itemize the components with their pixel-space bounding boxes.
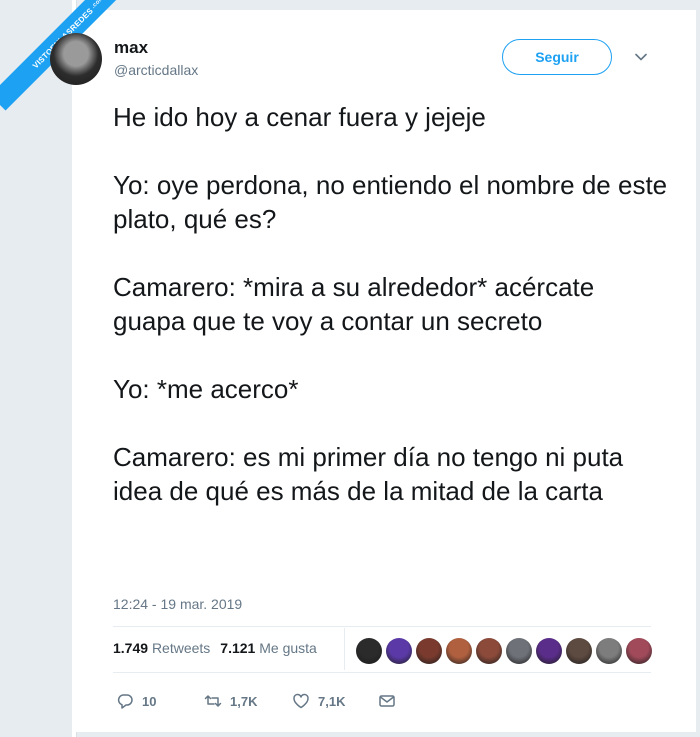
likes-stat[interactable]: 7.121 Me gusta [220,640,317,656]
liker-avatar[interactable] [416,638,442,664]
retweets-count: 1.749 [113,640,149,656]
liker-avatar[interactable] [356,638,382,664]
liker-avatar[interactable] [536,638,562,664]
liker-avatar[interactable] [566,638,592,664]
liker-avatar[interactable] [386,638,412,664]
tweet-timestamp[interactable]: 12:24 - 19 mar. 2019 [113,596,242,612]
likes-label: Me gusta [259,640,317,656]
message-button[interactable] [378,692,396,710]
retweet-button[interactable]: 1,7K [204,692,292,710]
heart-icon [293,693,309,709]
chevron-down-icon[interactable] [634,50,648,64]
follow-button[interactable]: Seguir [502,39,612,75]
liker-avatar[interactable] [596,638,622,664]
retweet-icon [204,695,222,707]
user-name[interactable]: max [114,38,148,58]
avatar[interactable] [50,33,102,85]
liker-avatars [356,638,652,664]
like-button[interactable]: 7,1K [292,692,378,710]
engagement-stats: 1.749 Retweets 7.121 Me gusta [113,640,317,656]
tweet-paragraph: Yo: oye perdona, no entiendo el nombre d… [113,170,668,234]
tweet-text: He ido hoy a cenar fuera y jejeje Yo: oy… [113,100,673,542]
tweet-paragraph: Yo: *me acerco* [113,374,299,404]
action-bar: 10 1,7K 7,1K [116,692,396,710]
user-handle[interactable]: @arcticdallax [114,62,198,78]
liker-avatar[interactable] [506,638,532,664]
divider [113,626,651,627]
divider [113,672,651,673]
stats-separator [344,628,345,670]
likes-count: 7.121 [220,640,256,656]
reply-icon [117,694,133,709]
reply-count: 10 [142,693,157,709]
watermark-sub: .com [90,0,106,10]
like-count: 7,1K [318,693,346,709]
tweet-paragraph: Camarero: es mi primer día no tengo ni p… [113,442,624,506]
liker-avatar[interactable] [626,638,652,664]
liker-avatar[interactable] [476,638,502,664]
tweet-paragraph: Camarero: *mira a su alrededor* acércate… [113,272,595,336]
tweet-paragraph: He ido hoy a cenar fuera y jejeje [113,102,486,132]
envelope-icon [379,695,395,707]
retweets-label: Retweets [151,640,211,656]
reply-button[interactable]: 10 [116,692,204,710]
retweet-count: 1,7K [230,693,258,709]
liker-avatar[interactable] [446,638,472,664]
retweets-stat[interactable]: 1.749 Retweets [113,640,210,656]
